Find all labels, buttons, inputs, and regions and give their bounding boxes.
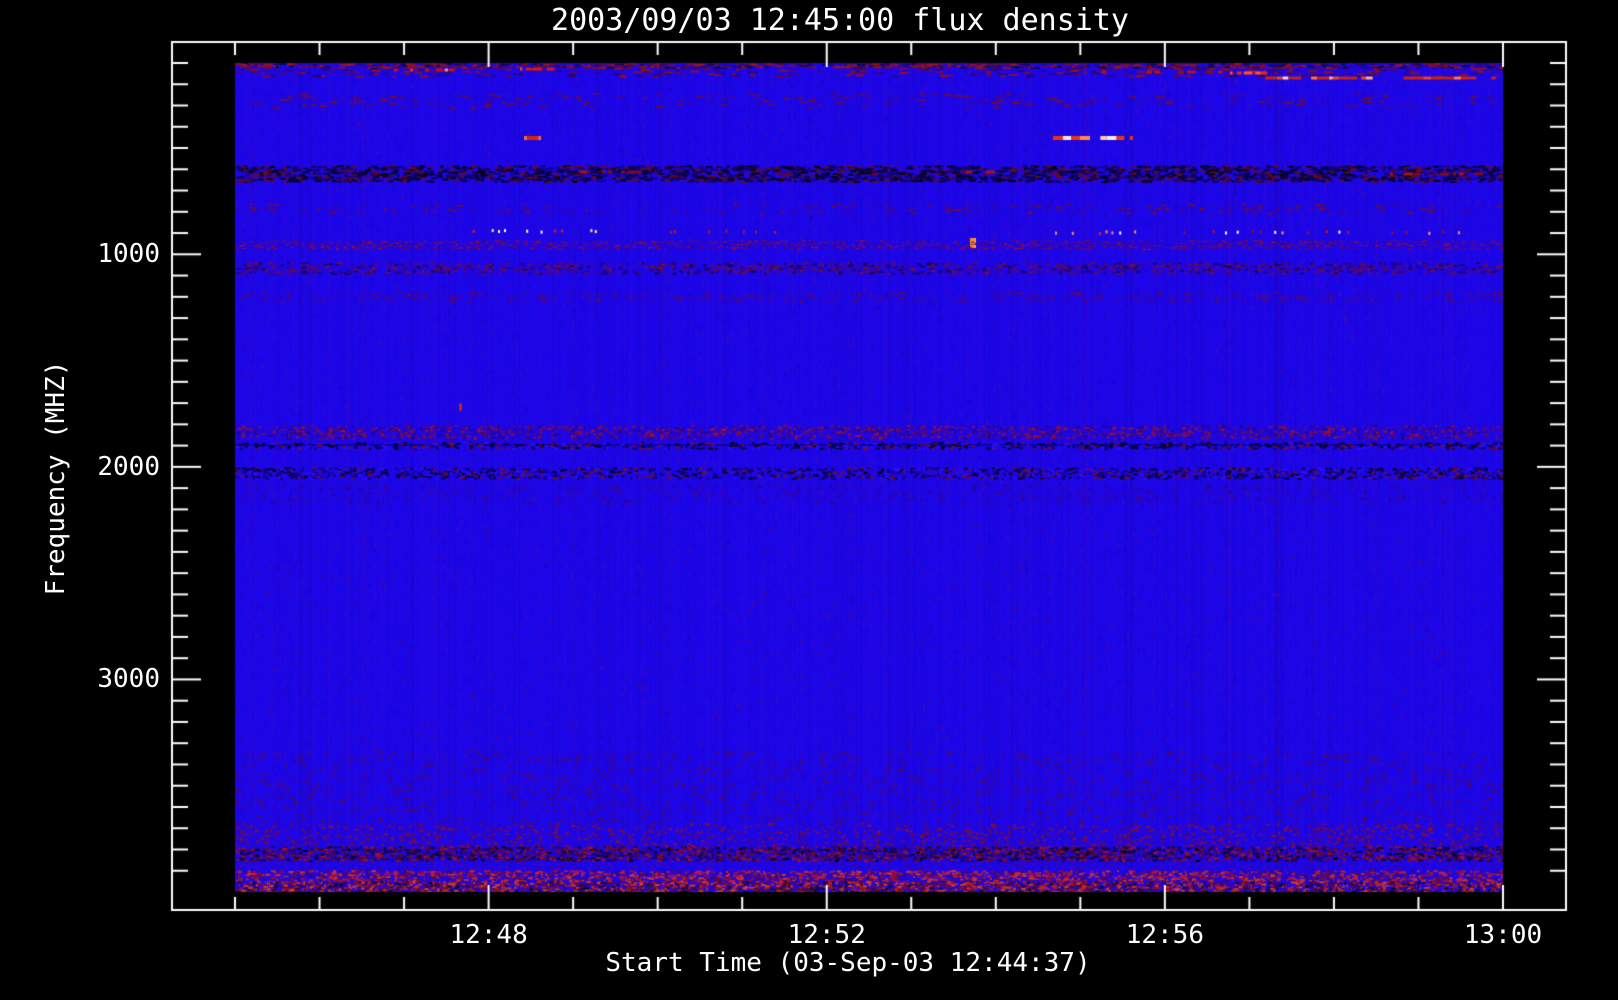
x-tick-label-12:48: 12:48	[449, 920, 528, 950]
y-tick-label-3000: 3000	[97, 664, 160, 695]
x-axis-label: Start Time (03-Sep-03 12:44:37)	[605, 948, 1091, 978]
y-tick-label-2000: 2000	[97, 451, 160, 482]
spectrogram-canvas	[0, 0, 1618, 1000]
spectrogram-figure: 2003/09/03 12:45:00 flux density Frequen…	[0, 0, 1618, 1000]
chart-title: 2003/09/03 12:45:00 flux density	[551, 3, 1129, 38]
x-tick-label-12:56: 12:56	[1125, 920, 1204, 950]
x-tick-label-13:00: 13:00	[1463, 920, 1543, 950]
y-tick-label-1000: 1000	[97, 239, 160, 270]
x-tick-label-12:52: 12:52	[787, 920, 866, 950]
